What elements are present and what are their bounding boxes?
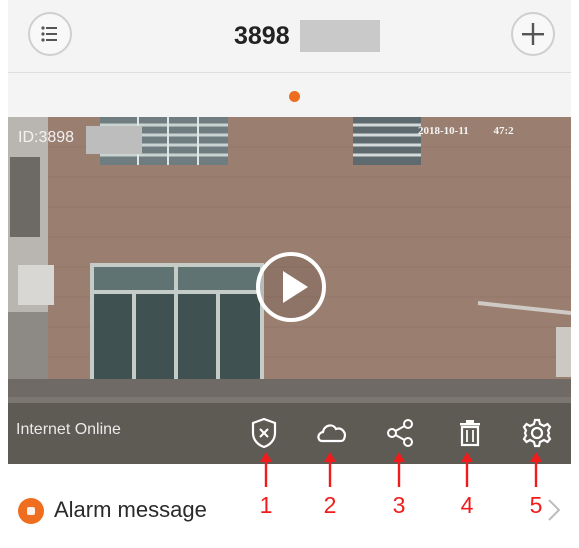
alarm-message-row[interactable]: Alarm message bbox=[8, 477, 571, 537]
alarm-message-label: Alarm message bbox=[54, 497, 207, 522]
top-bar: 3898 bbox=[8, 0, 571, 73]
shield-icon bbox=[251, 417, 277, 449]
cloud-storage-button[interactable] bbox=[314, 415, 350, 451]
menu-button[interactable] bbox=[28, 12, 72, 56]
timestamp-time: 47:2 bbox=[493, 125, 514, 137]
preview-toolbar: Internet Online bbox=[8, 403, 571, 464]
chevron-right-icon bbox=[548, 499, 561, 521]
delete-button[interactable] bbox=[452, 415, 488, 451]
timestamp-date: 2018-10-11 bbox=[418, 125, 469, 137]
defence-button[interactable] bbox=[246, 415, 282, 451]
alarm-icon bbox=[18, 498, 44, 524]
page-indicator bbox=[8, 73, 571, 117]
camera-preview[interactable]: ID:3898 2018-10-11 47:2 Internet Online bbox=[8, 117, 571, 464]
cloud-icon bbox=[317, 424, 346, 443]
connection-status: Internet Online bbox=[16, 421, 121, 438]
timestamp-overlay: 2018-10-11 47:2 bbox=[418, 125, 514, 137]
add-button[interactable] bbox=[511, 12, 555, 56]
settings-button[interactable] bbox=[519, 415, 555, 451]
plus-icon bbox=[522, 23, 544, 45]
redaction-block bbox=[86, 126, 142, 154]
bell-icon bbox=[27, 507, 35, 515]
play-button[interactable] bbox=[255, 251, 327, 323]
camera-id-label: ID:3898 bbox=[18, 129, 75, 146]
list-icon bbox=[41, 26, 57, 42]
share-button[interactable] bbox=[382, 415, 418, 451]
page-indicator-dot-active[interactable] bbox=[289, 91, 300, 102]
trash-icon bbox=[460, 420, 480, 447]
gear-icon bbox=[522, 418, 552, 448]
share-icon bbox=[387, 419, 413, 447]
page-title: 3898 bbox=[234, 22, 290, 50]
redaction-block bbox=[300, 20, 380, 52]
play-icon bbox=[256, 252, 326, 322]
